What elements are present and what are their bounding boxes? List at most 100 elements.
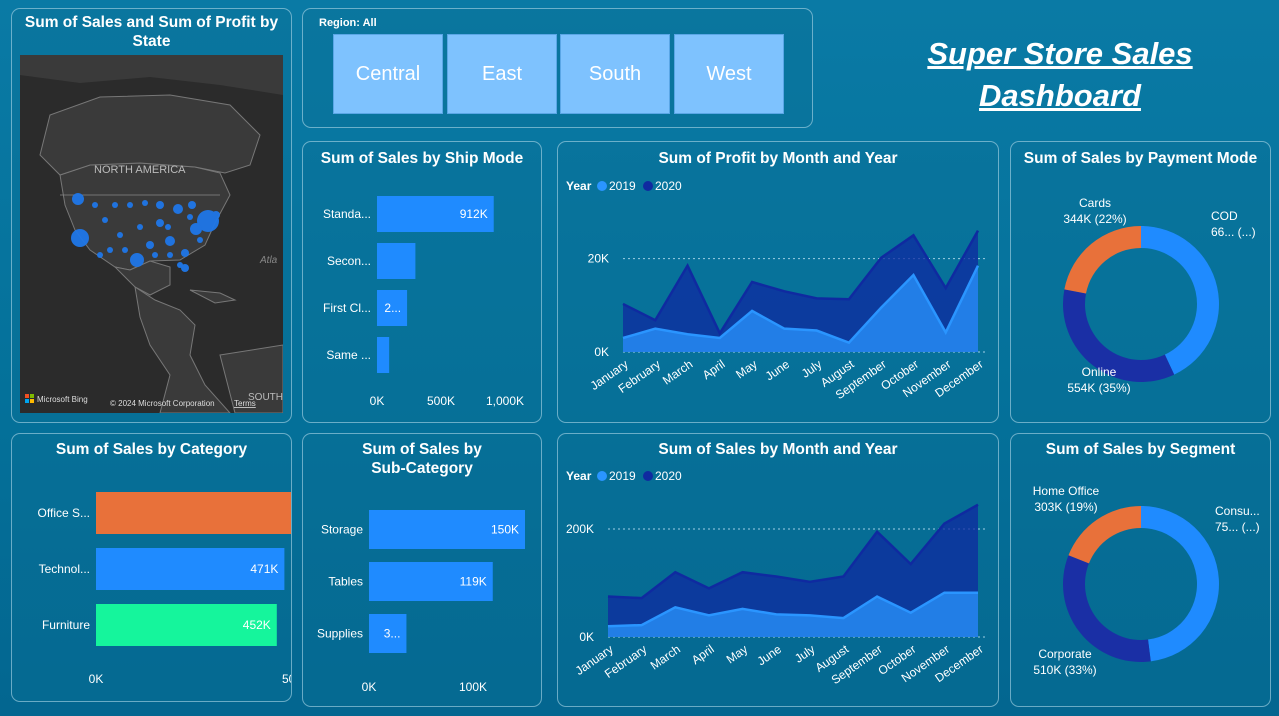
sales-month-chart[interactable]: Year 2019 20200K200KJanuaryFebruaryMarch Ap… — [558, 462, 998, 707]
bar[interactable] — [96, 492, 291, 534]
region-slicer: Region: All Central East South West — [302, 8, 813, 128]
bing-logo-icon — [25, 394, 34, 403]
legend-title: Year — [566, 469, 592, 483]
x-tick-label: 0K — [89, 672, 104, 686]
sub-category-card: Sum of Sales by Sub-Category Storage 150K… — [302, 433, 542, 707]
sales-month-title: Sum of Sales by Month and Year — [658, 441, 898, 458]
sub-category-title: Sum of Sales by Sub-Category — [362, 441, 482, 477]
category-label: Tables — [328, 575, 363, 589]
segment-title: Sum of Sales by Segment — [1045, 441, 1236, 458]
data-label: 471K — [250, 562, 278, 576]
y-tick-label: 0K — [594, 345, 609, 359]
slice-label: Cards — [1079, 196, 1111, 210]
donut-slice[interactable] — [1064, 226, 1141, 294]
slicer-option-central[interactable]: Central — [333, 34, 443, 114]
segment-card: Sum of Sales by Segment Consu... 75... (.… — [1010, 433, 1271, 707]
data-label: 150K — [491, 523, 519, 537]
x-tick-label: 500K — [427, 394, 455, 408]
map-terms-link[interactable]: Terms — [234, 399, 256, 408]
x-tick-label: June — [755, 642, 785, 669]
category-title: Sum of Sales by Category — [55, 441, 248, 458]
sales-month-card: Sum of Sales by Month and Year Year 2019 2… — [557, 433, 999, 707]
y-tick-label: 20K — [588, 252, 609, 266]
x-tick-label: June — [763, 357, 793, 384]
slice-label: Corporate — [1038, 647, 1092, 661]
map-ocean-label: Atla — [259, 255, 278, 266]
payment-mode-chart[interactable]: COD 66... (...) Online 554K (35%) Cards 344K … — [1011, 172, 1270, 422]
legend-marker — [597, 471, 607, 481]
x-tick-label: May — [724, 642, 751, 666]
category-label: Standa... — [323, 207, 371, 221]
legend-marker — [643, 471, 653, 481]
donut-slice[interactable] — [1063, 555, 1151, 662]
slice-value: 303K (19%) — [1034, 500, 1097, 514]
state-map[interactable]: NORTH AMERICA Atla SOUTH AM Microsoft Bi… — [20, 55, 283, 413]
slice-label: Home Office — [1033, 484, 1100, 498]
profit-month-title: Sum of Profit by Month and Year — [658, 150, 898, 167]
category-label: Technol... — [39, 562, 90, 576]
donut-slice[interactable] — [1141, 506, 1220, 662]
profit-month-chart[interactable]: Year 2019 20200K20KJanuaryFebruaryMarch Apr… — [558, 172, 998, 422]
x-tick-label: April — [689, 642, 717, 667]
ship-mode-chart[interactable]: Standa... 912K Secon... First Cl... 2... Same… — [303, 172, 541, 422]
slice-value: 75... (...) — [1215, 520, 1260, 534]
x-tick-label: 1,000K — [486, 394, 524, 408]
slice-label: COD — [1211, 209, 1238, 223]
payment-mode-card: Sum of Sales by Payment Mode COD 66... (.… — [1010, 141, 1271, 423]
map-title: Sum of Sales and Sum of Profit by State — [24, 14, 279, 50]
slice-value: 344K (22%) — [1063, 212, 1126, 226]
legend-label[interactable]: 2019 — [609, 469, 636, 483]
category-chart[interactable]: Office S...644KTechnol...471KFurniture45… — [12, 462, 291, 702]
data-label: 119K — [460, 575, 487, 589]
x-tick-label: 0K — [370, 394, 385, 408]
x-tick-label: March — [660, 357, 695, 388]
category-card: Sum of Sales by Category Office S...644K… — [11, 433, 292, 702]
slice-label: Consu... — [1215, 504, 1260, 518]
segment-chart[interactable]: Consu... 75... (...) Corporate 510K (33%) Ho… — [1011, 462, 1270, 707]
category-label: Secon... — [327, 254, 371, 268]
slicer-option-east[interactable]: East — [447, 34, 557, 114]
donut-slice[interactable] — [1141, 226, 1219, 375]
donut-slice[interactable] — [1068, 506, 1141, 564]
legend-label[interactable]: 2019 — [609, 179, 636, 193]
category-label: First Cl... — [323, 301, 371, 315]
profit-month-card: Sum of Profit by Month and Year Year 2019… — [557, 141, 999, 423]
x-tick-label: March — [648, 642, 683, 673]
data-label: 2... — [384, 301, 401, 315]
legend-title: Year — [566, 179, 592, 193]
map-canvas: NORTH AMERICA Atla SOUTH AM Microsoft Bi… — [20, 55, 283, 413]
slicer-option-south[interactable]: South — [560, 34, 670, 114]
donut-slice[interactable] — [1063, 289, 1175, 382]
legend-label[interactable]: 2020 — [655, 469, 682, 483]
slice-label: Online — [1082, 365, 1117, 379]
data-label: 452K — [243, 618, 271, 632]
legend-label[interactable]: 2020 — [655, 179, 682, 193]
bar[interactable] — [377, 337, 390, 373]
map-region-label: NORTH AMERICA — [94, 164, 186, 176]
slice-value: 66... (...) — [1211, 225, 1256, 239]
category-label: Furniture — [42, 618, 90, 632]
dashboard-title: Super Store Sales Dashboard — [927, 36, 1193, 113]
payment-mode-title: Sum of Sales by Payment Mode — [1023, 150, 1258, 167]
bing-label: Microsoft Bing — [37, 395, 88, 404]
bar[interactable] — [377, 243, 416, 279]
category-label: Supplies — [317, 627, 363, 641]
map-card: Sum of Sales and Sum of Profit by State — [11, 8, 292, 423]
slicer-label: Region: All — [319, 17, 377, 29]
category-label: Storage — [321, 523, 363, 537]
category-label: Office S... — [38, 506, 90, 520]
slice-value: 510K (33%) — [1033, 663, 1096, 677]
x-tick-label: April — [700, 357, 728, 382]
x-tick-label: May — [733, 357, 760, 381]
x-tick-label: 0K — [362, 680, 377, 694]
ship-mode-card: Sum of Sales by Ship Mode Standa... 912K S… — [302, 141, 542, 423]
y-tick-label: 0K — [579, 630, 594, 644]
legend-marker — [597, 181, 607, 191]
x-tick-label: 100K — [459, 680, 487, 694]
x-tick-label: 500K — [282, 672, 291, 686]
sub-category-chart[interactable]: Storage150KTables119KSupplies3...0K100K2… — [303, 478, 541, 708]
slice-value: 554K (35%) — [1067, 381, 1130, 395]
data-label: 3... — [384, 627, 401, 641]
slicer-option-west[interactable]: West — [674, 34, 784, 114]
map-copyright: © 2024 Microsoft Corporation — [110, 399, 215, 408]
